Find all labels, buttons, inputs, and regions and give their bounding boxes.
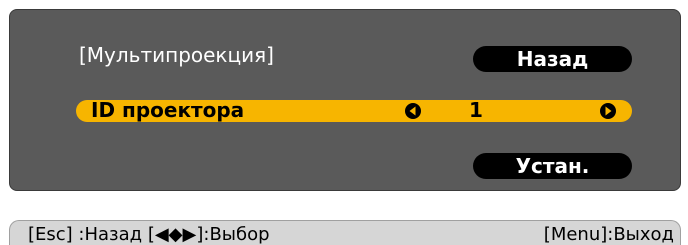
back-button[interactable]: Назад [473,46,632,72]
projector-id-row[interactable]: ID проектора 1 [76,98,632,122]
menu-panel: [Мультипроекция] Назад ID проектора 1 Ус… [9,9,681,191]
projector-menu-screen: [Мультипроекция] Назад ID проектора 1 Ус… [0,0,688,245]
set-button[interactable]: Устан. [473,153,632,179]
arrow-left-icon[interactable] [405,103,421,119]
help-bar: [Esc] :Назад [◀◆▶]:Выбор [Menu]:Выход [9,220,681,245]
help-exit-text: [Menu]:Выход [543,224,674,245]
projector-id-value: 1 [469,98,483,122]
menu-title: [Мультипроекция] [79,43,274,67]
projector-id-label: ID проектора [91,98,245,122]
arrow-right-icon[interactable] [600,103,616,119]
help-navigation-text: [Esc] :Назад [◀◆▶]:Выбор [28,224,270,245]
